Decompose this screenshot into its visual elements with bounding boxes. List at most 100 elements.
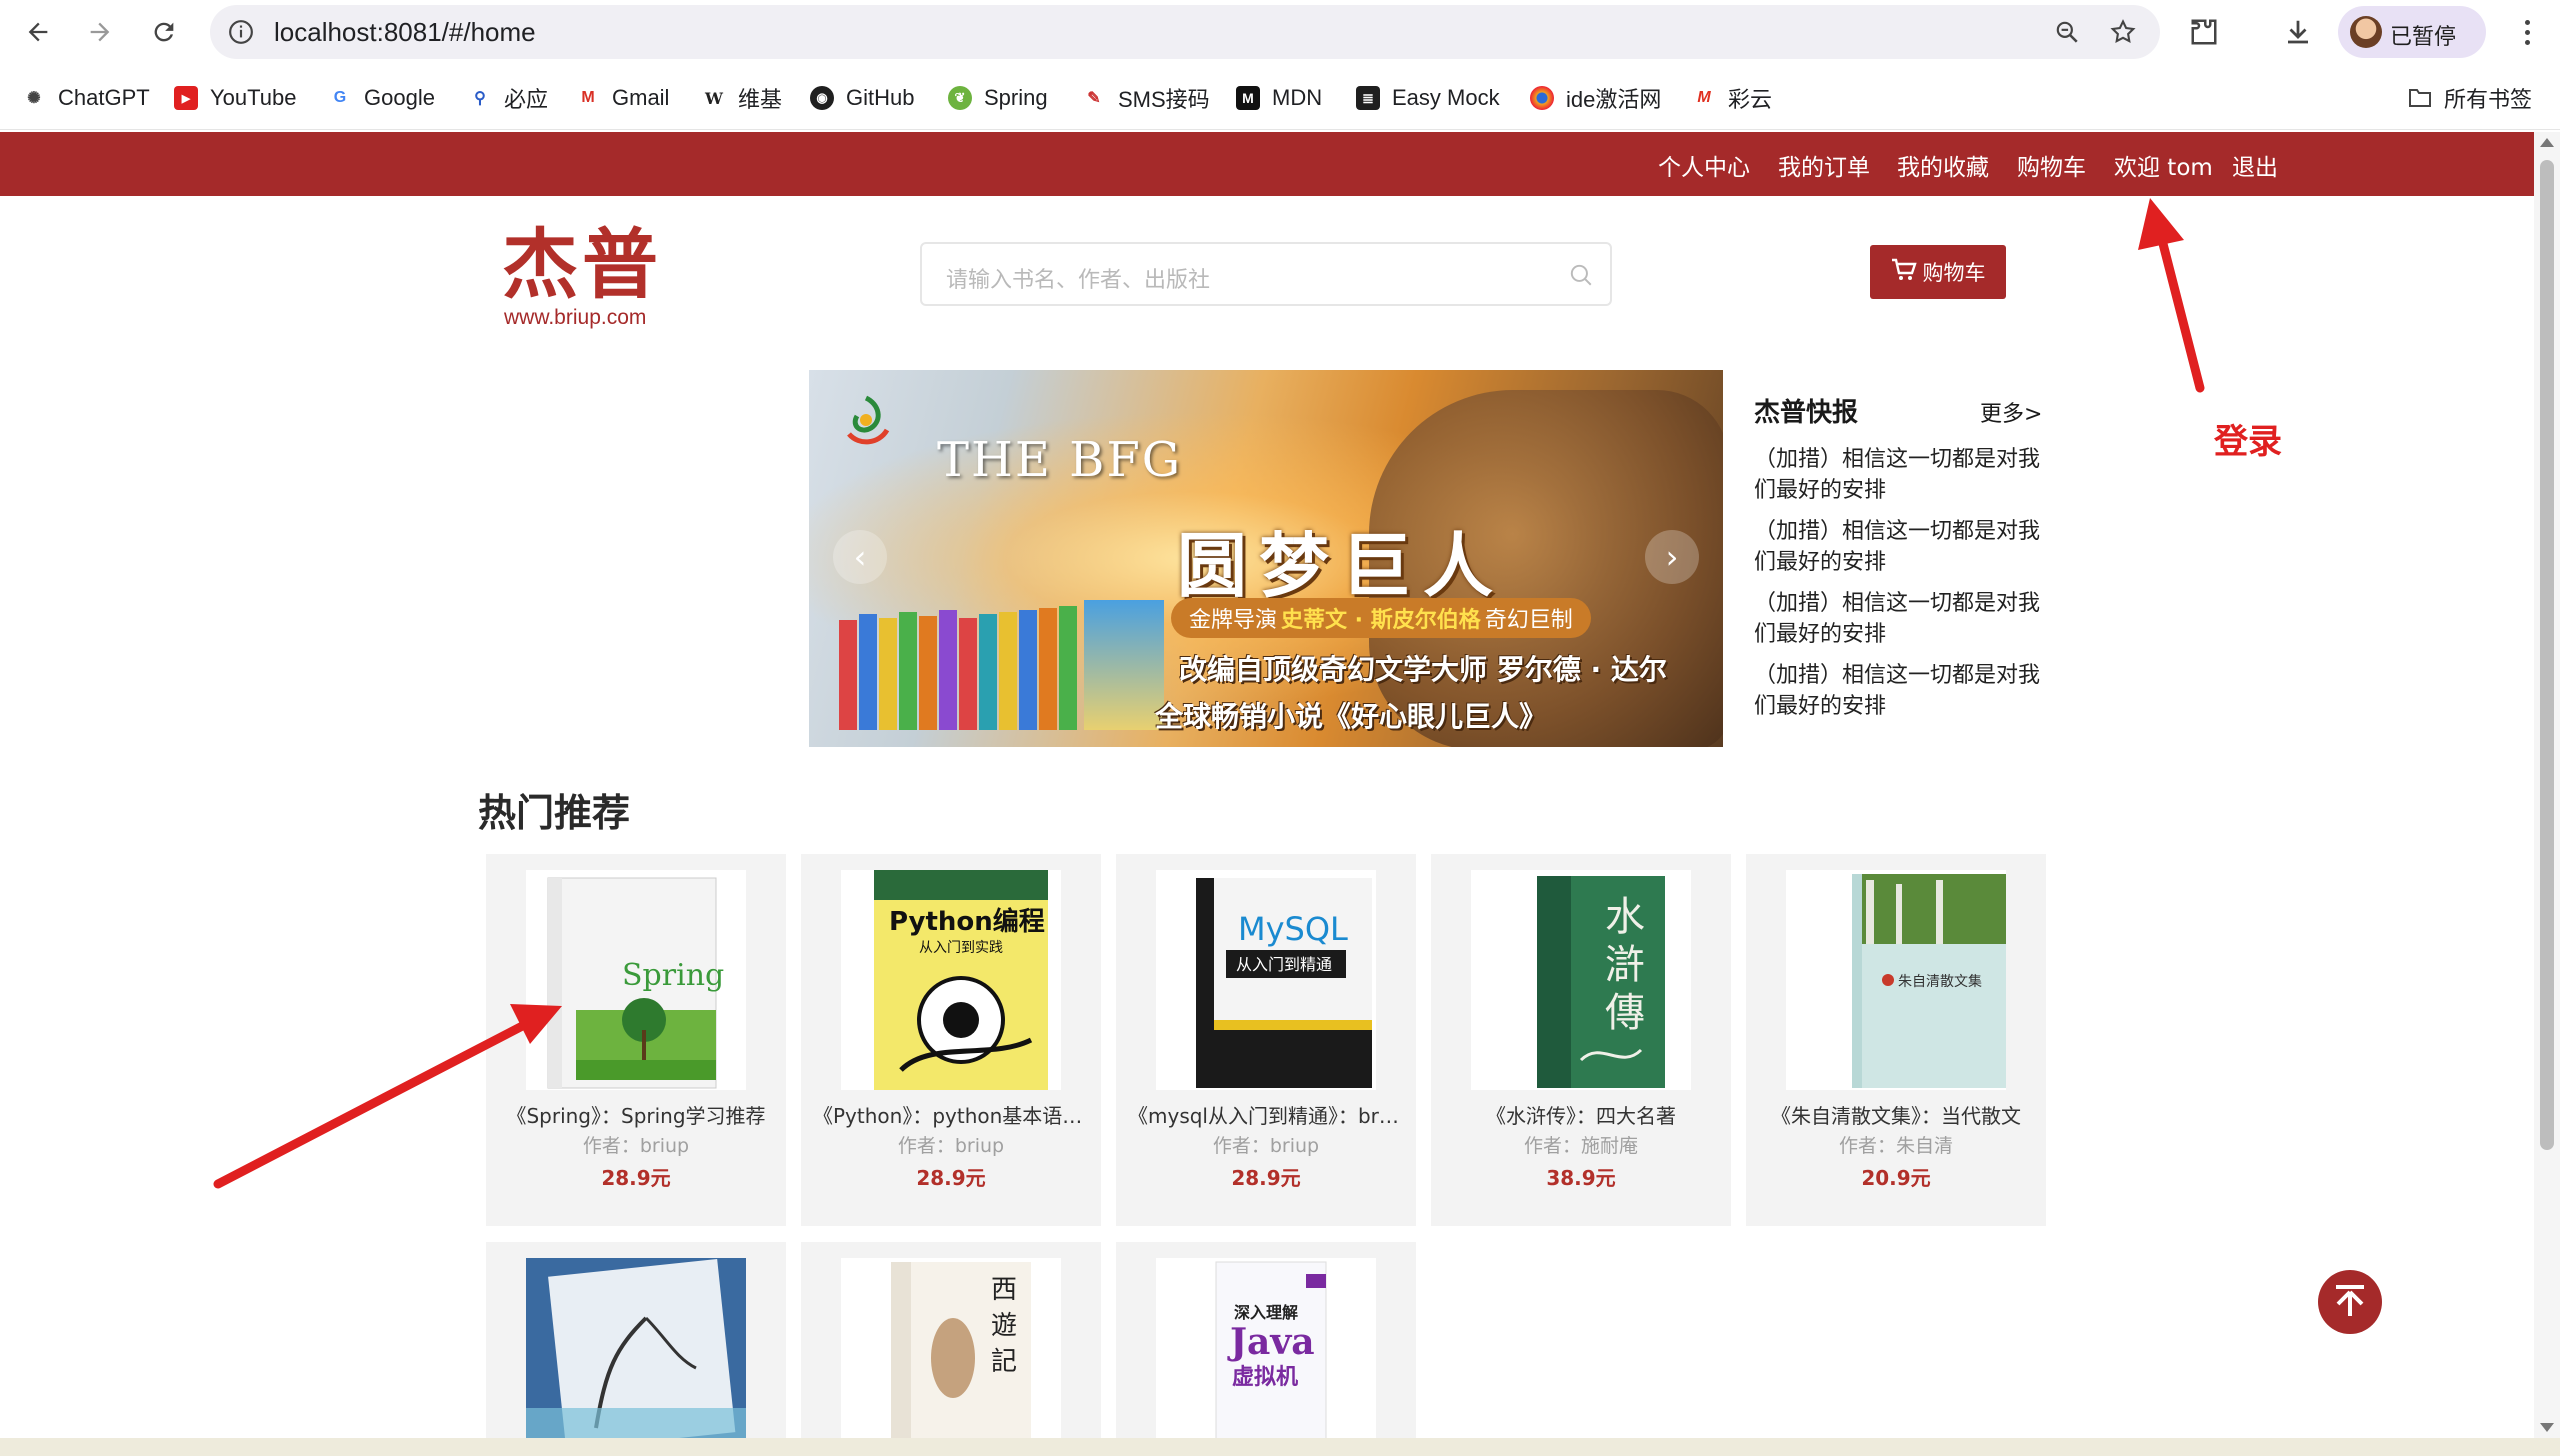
caiyun-icon: M bbox=[1697, 89, 1711, 106]
scroll-up-icon[interactable] bbox=[2540, 138, 2554, 147]
scroll-down-icon[interactable] bbox=[2540, 1423, 2554, 1432]
scrollbar-thumb[interactable] bbox=[2540, 160, 2554, 1150]
book-cover[interactable]: Spring bbox=[526, 870, 746, 1090]
book-cover[interactable]: 西 遊 記 bbox=[841, 1258, 1061, 1442]
profile-chip[interactable]: 已暂停 bbox=[2338, 6, 2486, 58]
browser-menu-icon[interactable] bbox=[2512, 12, 2542, 52]
book-title[interactable]: 《水浒传》：四大名著 bbox=[1431, 1100, 1731, 1129]
svg-text:記: 記 bbox=[991, 1347, 1017, 1377]
banner-books bbox=[839, 570, 1169, 730]
spring-icon: ❦ bbox=[948, 86, 972, 110]
search-placeholder: 请输入书名、作者、出版社 bbox=[946, 268, 1211, 293]
book-cover[interactable] bbox=[526, 1258, 746, 1442]
news-item[interactable]: （加措）相信这一切都是对我们最好的安排 bbox=[1754, 660, 2040, 722]
address-bar[interactable]: localhost:8081/#/home bbox=[210, 5, 2160, 59]
reload-icon[interactable] bbox=[142, 10, 186, 54]
nav-logout[interactable]: 退出 bbox=[2232, 148, 2278, 182]
book-author: 作者：briup bbox=[582, 1135, 690, 1157]
arrow-to-welcome bbox=[2138, 198, 2205, 393]
page-scrollbar[interactable] bbox=[2534, 132, 2560, 1438]
bing-icon: ⚲ bbox=[474, 90, 486, 107]
svg-text:傳: 傳 bbox=[1605, 990, 1645, 1036]
book-title[interactable]: 《Spring》：Spring学习推荐 bbox=[486, 1100, 786, 1129]
book-author: 作者：朱自清 bbox=[1838, 1135, 1953, 1157]
carousel-prev-icon[interactable]: ‹ bbox=[833, 530, 887, 584]
book-price: 20.9元 bbox=[1861, 1166, 1931, 1190]
bookmark-wiki[interactable]: W 维基 bbox=[702, 83, 782, 113]
logo-text: 杰普 bbox=[502, 220, 662, 309]
book-card[interactable]: 水 滸 傳 《水浒传》：四大名著 作者：施耐庵 38.9元 bbox=[1431, 854, 1731, 1226]
book-title[interactable]: 《mysql从入门到精通》：briup bbox=[1116, 1100, 1416, 1129]
book-cover[interactable]: MySQL 从入门到精通 bbox=[1156, 870, 1376, 1090]
bookmark-google[interactable]: G Google bbox=[328, 83, 435, 113]
cart-button[interactable]: 购物车 bbox=[1870, 245, 2006, 299]
book-author: 作者：briup bbox=[1212, 1135, 1320, 1157]
book-author: 作者：briup bbox=[897, 1135, 1005, 1157]
carousel-next-icon[interactable]: › bbox=[1645, 530, 1699, 584]
book-card[interactable]: Python编程 从入门到实践 《Python》：python基本语法学习 作者… bbox=[801, 854, 1101, 1226]
book-title[interactable]: 《朱自清散文集》：当代散文 bbox=[1746, 1100, 2046, 1129]
banner-bfg: THE BFG bbox=[937, 432, 1183, 488]
gmail-icon: M bbox=[581, 89, 595, 106]
book-title[interactable]: 《Python》：python基本语法学习 bbox=[801, 1100, 1101, 1129]
carousel-banner[interactable]: THE BFG 圆梦巨人 金牌导演 史蒂文 · 斯皮尔伯格 奇幻巨制 改编自顶级奇幻… bbox=[809, 370, 1723, 747]
forward-icon[interactable] bbox=[78, 10, 122, 54]
book-card[interactable]: Spring 《Spring》：Spring学习推荐 作者：briup 28.9… bbox=[486, 854, 786, 1226]
folder-icon bbox=[2408, 86, 2432, 110]
ide-icon bbox=[1530, 86, 1554, 110]
book-price: 28.9元 bbox=[1231, 1166, 1301, 1190]
book-card[interactable] bbox=[486, 1242, 786, 1442]
news-more-link[interactable]: 更多> bbox=[1980, 396, 2042, 428]
bookmark-youtube[interactable]: ▶ YouTube bbox=[174, 83, 296, 113]
banner-line-1: 改编自顶级奇幻文学大师 罗尔德 · 达尔 bbox=[1179, 653, 1667, 686]
book-card[interactable]: MySQL 从入门到精通 《mysql从入门到精通》：briup 作者：briu… bbox=[1116, 854, 1416, 1226]
bookmark-spring[interactable]: ❦ Spring bbox=[948, 83, 1048, 113]
bookmark-sms[interactable]: ✎ SMS接码 bbox=[1082, 83, 1209, 113]
url-text[interactable]: localhost:8081/#/home bbox=[274, 17, 536, 48]
nav-welcome-user[interactable]: 欢迎 tom bbox=[2114, 148, 2213, 182]
back-to-top-button[interactable] bbox=[2318, 1270, 2382, 1334]
bookmark-star-icon[interactable] bbox=[2106, 15, 2140, 49]
bookmark-chatgpt[interactable]: ✺ ChatGPT bbox=[22, 83, 149, 113]
nav-my-favorites[interactable]: 我的收藏 bbox=[1897, 148, 1989, 182]
site-info-icon[interactable] bbox=[224, 15, 258, 49]
svg-text:从入门到实践: 从入门到实践 bbox=[919, 940, 1003, 956]
news-item[interactable]: （加措）相信这一切都是对我们最好的安排 bbox=[1754, 516, 2040, 578]
bookmark-gmail[interactable]: M Gmail bbox=[576, 83, 669, 113]
nav-my-orders[interactable]: 我的订单 bbox=[1778, 148, 1870, 182]
banner-pill: 金牌导演 史蒂文 · 斯皮尔伯格 奇幻巨制 bbox=[1171, 598, 1591, 638]
svg-text:西: 西 bbox=[991, 1275, 1017, 1305]
bookmark-mdn[interactable]: M MDN bbox=[1236, 83, 1322, 113]
news-item[interactable]: （加措）相信这一切都是对我们最好的安排 bbox=[1754, 444, 2040, 506]
svg-text:MySQL: MySQL bbox=[1238, 910, 1348, 948]
nav-cart[interactable]: 购物车 bbox=[2017, 148, 2086, 182]
book-card[interactable]: 深入理解 Java 虚拟机 bbox=[1116, 1242, 1416, 1442]
site-logo[interactable]: 杰普 www.briup.com bbox=[500, 220, 670, 335]
nav-personal-center[interactable]: 个人中心 bbox=[1658, 148, 1750, 182]
search-icon[interactable] bbox=[1568, 262, 1596, 290]
bookmark-github[interactable]: ◉ GitHub bbox=[810, 83, 914, 113]
book-cover[interactable]: 水 滸 傳 bbox=[1471, 870, 1691, 1090]
svg-text:朱自清散文集: 朱自清散文集 bbox=[1898, 973, 1982, 990]
extensions-icon[interactable] bbox=[2184, 12, 2224, 52]
bookmark-bing[interactable]: ⚲ 必应 bbox=[468, 83, 548, 113]
bookmark-easymock[interactable]: ≣ Easy Mock bbox=[1356, 83, 1500, 113]
book-cover[interactable]: 深入理解 Java 虚拟机 bbox=[1156, 1258, 1376, 1442]
back-icon[interactable] bbox=[16, 10, 60, 54]
bookmark-ide[interactable]: ide激活网 bbox=[1530, 83, 1661, 113]
book-cover[interactable]: Python编程 从入门到实践 bbox=[841, 870, 1061, 1090]
news-item[interactable]: （加措）相信这一切都是对我们最好的安排 bbox=[1754, 588, 2040, 650]
bookmark-caiyun[interactable]: M 彩云 bbox=[1692, 83, 1772, 113]
sms-icon: ✎ bbox=[1087, 90, 1101, 107]
site-topbar: 个人中心 我的订单 我的收藏 购物车 欢迎 tom 退出 bbox=[0, 132, 2534, 196]
all-bookmarks[interactable]: 所有书签 bbox=[2408, 83, 2532, 113]
zoom-icon[interactable] bbox=[2050, 15, 2084, 49]
svg-text:虚拟机: 虚拟机 bbox=[1232, 1364, 1298, 1390]
search-input[interactable]: 请输入书名、作者、出版社 bbox=[920, 242, 1612, 306]
book-cover[interactable]: 朱自清散文集 bbox=[1786, 870, 2006, 1090]
book-card[interactable]: 西 遊 記 bbox=[801, 1242, 1101, 1442]
book-card[interactable]: 朱自清散文集 《朱自清散文集》：当代散文 作者：朱自清 20.9元 bbox=[1746, 854, 2046, 1226]
github-icon: ◉ bbox=[810, 86, 834, 110]
login-annotation-label: 登录 bbox=[2214, 422, 2282, 462]
download-icon[interactable] bbox=[2278, 12, 2318, 52]
